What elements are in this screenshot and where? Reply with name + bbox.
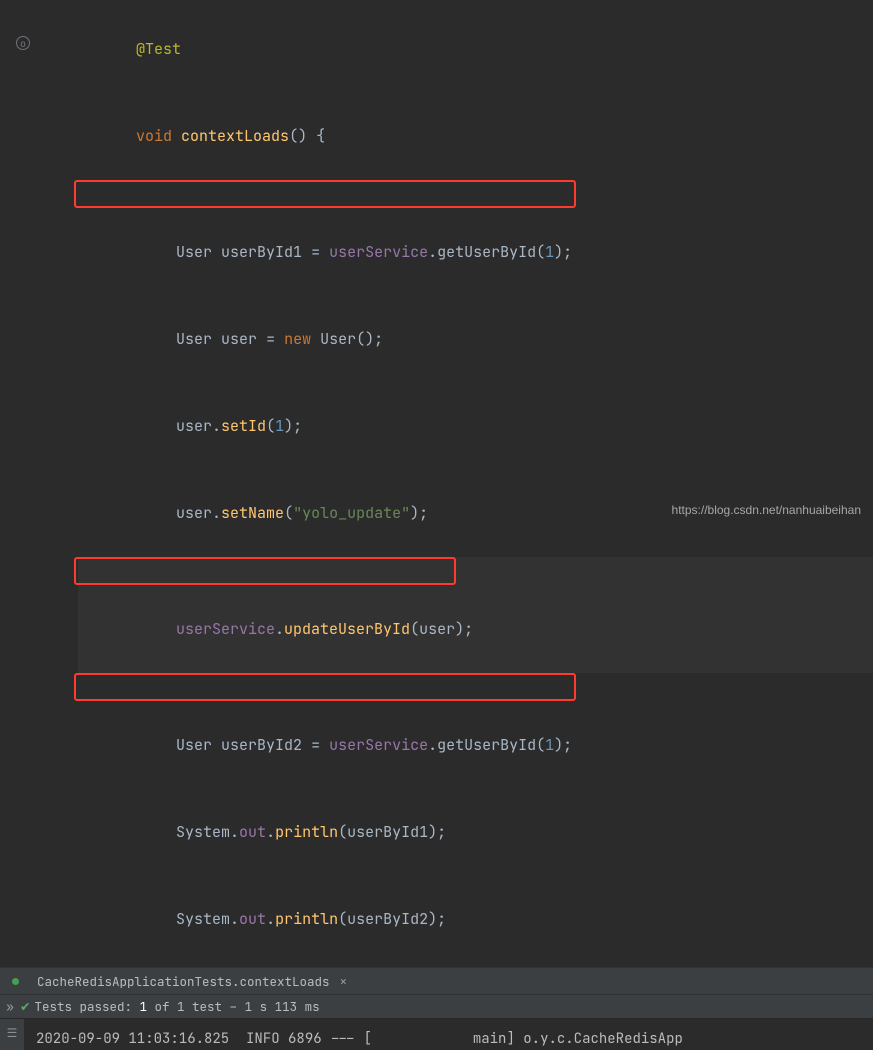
run-config-label: CacheRedisApplicationTests.contextLoads <box>37 973 330 990</box>
code-line: User userById2 = userService.getUserById… <box>78 673 873 789</box>
code-line-annotation: @Test <box>78 6 873 93</box>
watermark-text: https://blog.csdn.net/nanhuaibeihan <box>672 503 861 517</box>
highlight-box <box>74 557 456 585</box>
editor-gutter: o <box>0 0 42 963</box>
code-line: user.setId(1); <box>78 383 873 470</box>
code-line-signature: void contextLoads() { <box>78 93 873 180</box>
close-icon[interactable]: × <box>340 973 348 990</box>
console-log-line: 2020-09-09 11:03:16.825 INFO 6896 --- [ … <box>36 1025 873 1050</box>
scroll-icon[interactable]: ☰ <box>0 1025 24 1041</box>
annotation-text: @Test <box>136 39 181 59</box>
run-config-tab[interactable]: CacheRedisApplicationTests.contextLoads … <box>12 973 347 990</box>
tests-total-label: of 1 test – <box>155 998 238 1015</box>
console-toolbar: ☰ <box>0 1019 24 1050</box>
override-icon[interactable]: o <box>16 36 30 50</box>
method-name: contextLoads <box>181 126 289 146</box>
run-tabbar: CacheRedisApplicationTests.contextLoads … <box>0 967 873 995</box>
highlight-box <box>74 673 576 701</box>
check-icon: ✔ <box>20 998 30 1015</box>
highlight-box <box>74 180 576 208</box>
code-line: System.out.println(userById2); <box>78 876 873 963</box>
tests-passed-count: 1 <box>140 998 148 1015</box>
console-panel[interactable]: ☰ 2020-09-09 11:03:16.825 INFO 6896 --- … <box>0 1019 873 1050</box>
code-line: System.out.println(userById1); <box>78 789 873 876</box>
code-line: userService.updateUserById(user); <box>78 557 873 673</box>
test-status-bar: » ✔ Tests passed: 1 of 1 test – 1 s 113 … <box>0 995 873 1019</box>
code-editor[interactable]: o @Test void contextLoads() { User userB… <box>0 0 873 963</box>
code-line: User user = new User(); <box>78 296 873 383</box>
keyword-void: void <box>136 126 172 146</box>
tests-time: 1 s 113 ms <box>245 998 320 1015</box>
chevron-right-icon[interactable]: » <box>0 998 20 1015</box>
tests-passed-label: Tests passed: <box>34 998 132 1015</box>
code-line: User userById1 = userService.getUserById… <box>78 180 873 296</box>
run-status-bullet-icon <box>12 978 19 985</box>
